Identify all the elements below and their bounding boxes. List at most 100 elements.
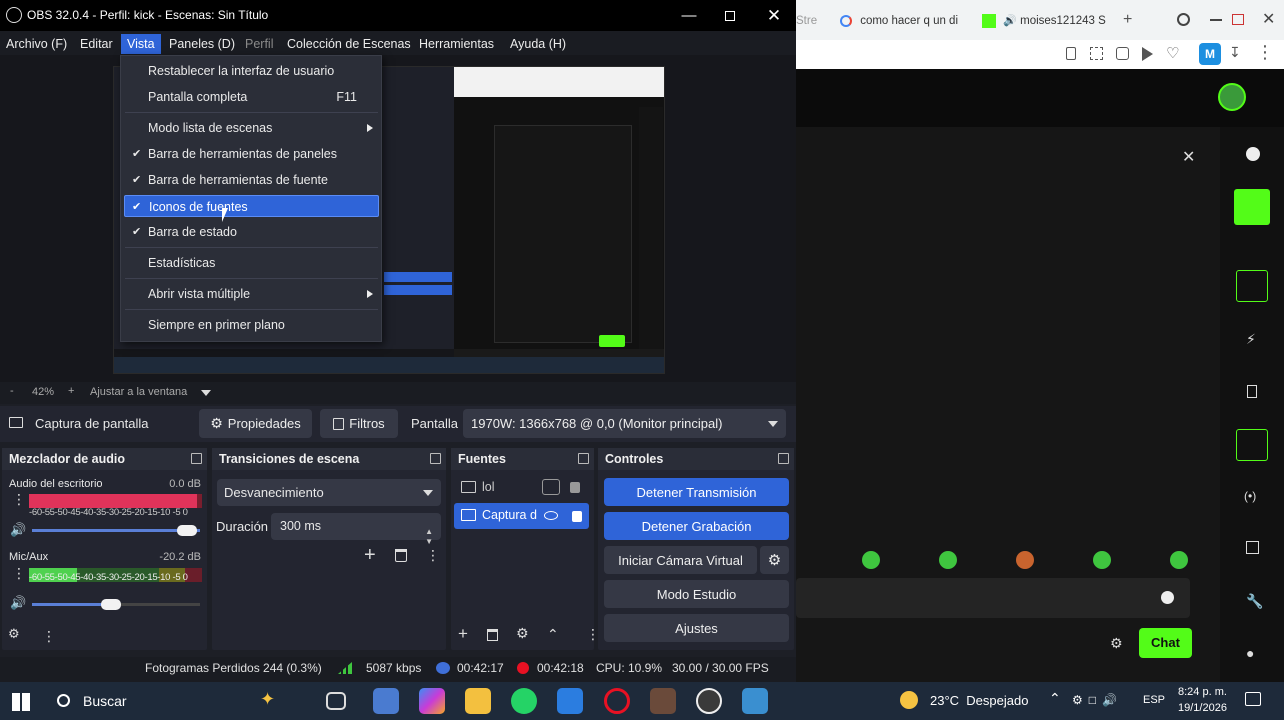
close-chat-icon[interactable]: ✕ bbox=[1182, 147, 1195, 167]
extension-icon[interactable] bbox=[1116, 47, 1129, 60]
kick-avatar[interactable] bbox=[1218, 83, 1246, 111]
properties-button[interactable]: ⚙ Propiedades bbox=[199, 409, 312, 438]
menu-item-multiview[interactable]: Abrir vista múltiple bbox=[124, 283, 379, 305]
menu-herramientas[interactable]: Herramientas bbox=[413, 34, 500, 54]
volume-slider[interactable] bbox=[32, 525, 200, 536]
browser-tab-active[interactable]: 🔊 moises121243 S bbox=[982, 6, 1122, 36]
mixer-menu-icon[interactable]: ⋮ bbox=[12, 566, 26, 580]
menu-ayuda[interactable]: Ayuda (H) bbox=[504, 34, 572, 54]
app-icon[interactable] bbox=[373, 688, 399, 714]
stop-streaming-button[interactable]: Detener Transmisión bbox=[604, 478, 789, 506]
volume-slider[interactable] bbox=[32, 599, 200, 610]
obs-taskbar-icon[interactable] bbox=[696, 688, 722, 714]
mixer-settings-icon[interactable]: ⚙ bbox=[8, 626, 20, 642]
speaker-icon[interactable]: 🔊 bbox=[10, 522, 26, 538]
volume-slider-handle[interactable] bbox=[101, 599, 122, 610]
settings-button[interactable]: Ajustes bbox=[604, 614, 789, 642]
hidden-eye-icon[interactable] bbox=[542, 479, 560, 495]
download-icon[interactable]: ↧ bbox=[1229, 44, 1241, 61]
favorite-icon[interactable]: ♡ bbox=[1166, 44, 1179, 62]
undock-icon[interactable] bbox=[430, 453, 441, 464]
app-icon[interactable] bbox=[742, 688, 768, 714]
start-virtual-camera-button[interactable]: Iniciar Cámara Virtual bbox=[604, 546, 757, 574]
source-settings-icon[interactable]: ⚙ bbox=[516, 625, 529, 642]
menu-item-status-bar[interactable]: ✔ Barra de estado bbox=[124, 221, 379, 243]
pin-icon[interactable] bbox=[1066, 47, 1076, 60]
chat-input[interactable] bbox=[796, 578, 1190, 618]
trash-icon[interactable] bbox=[395, 549, 407, 562]
menu-item-scene-list-mode[interactable]: Modo lista de escenas bbox=[124, 117, 379, 139]
stop-recording-button[interactable]: Detener Grabación bbox=[604, 512, 789, 540]
undock-icon[interactable] bbox=[191, 453, 202, 464]
filters-button[interactable]: Filtros bbox=[320, 409, 398, 438]
virtual-camera-settings-button[interactable]: ⚙ bbox=[760, 546, 789, 574]
transition-select[interactable]: Desvanecimiento bbox=[217, 479, 441, 506]
menu-item-reset-ui[interactable]: Restablecer la interfaz de usuario bbox=[124, 60, 379, 82]
wrench-icon[interactable]: 🔧 bbox=[1246, 593, 1263, 610]
green-check-icon[interactable] bbox=[1234, 189, 1270, 225]
duration-input[interactable]: 300 ms ▲ ▼ bbox=[271, 513, 441, 546]
chat-settings-icon[interactable]: ⚙ bbox=[1110, 635, 1123, 652]
close-button[interactable]: ✕ bbox=[752, 0, 796, 31]
display-select[interactable]: 1970W: 1366x768 @ 0,0 (Monitor principal… bbox=[463, 409, 786, 438]
restore-icon[interactable] bbox=[1232, 14, 1244, 25]
emote-icon[interactable] bbox=[1170, 551, 1188, 569]
menu-paneles[interactable]: Paneles (D) bbox=[163, 34, 241, 54]
lock-icon[interactable] bbox=[572, 511, 582, 522]
browser-tab[interactable]: Stre bbox=[796, 6, 822, 36]
maximize-button[interactable] bbox=[708, 0, 752, 31]
clock-time[interactable]: 8:24 p. m. bbox=[1178, 686, 1227, 698]
emote-icon[interactable] bbox=[939, 551, 957, 569]
move-up-icon[interactable]: ⌃ bbox=[547, 626, 559, 643]
notes-icon[interactable] bbox=[1247, 385, 1257, 398]
menu-item-fullscreen[interactable]: Pantalla completa F11 bbox=[124, 86, 379, 108]
search-icon[interactable] bbox=[1177, 13, 1190, 26]
game-icon[interactable] bbox=[650, 688, 676, 714]
copilot-icon[interactable] bbox=[419, 688, 445, 714]
trash-icon[interactable] bbox=[487, 629, 498, 641]
emote-icon[interactable] bbox=[1016, 551, 1034, 569]
minimize-button[interactable]: — bbox=[667, 0, 711, 31]
menu-item-stats[interactable]: Estadísticas bbox=[124, 252, 379, 274]
bolt-icon[interactable]: ⚡ bbox=[1246, 331, 1256, 348]
menu-editar[interactable]: Editar bbox=[74, 34, 119, 54]
more-menu-icon[interactable]: ⋮ bbox=[1256, 42, 1274, 63]
tray-chevron-icon[interactable]: ⌃ bbox=[1049, 690, 1061, 707]
task-view-icon[interactable] bbox=[326, 692, 346, 710]
broadcast-icon[interactable]: (•) bbox=[1244, 489, 1256, 503]
zoom-in-button[interactable]: + bbox=[68, 385, 74, 397]
studio-mode-button[interactable]: Modo Estudio bbox=[604, 580, 789, 608]
chat-send-button[interactable]: Chat bbox=[1139, 628, 1192, 658]
menu-vista[interactable]: Vista bbox=[121, 34, 161, 54]
opera-icon[interactable] bbox=[604, 688, 630, 714]
chat-bubble-icon[interactable] bbox=[1236, 429, 1268, 461]
speaker-icon[interactable]: 🔊 bbox=[10, 595, 26, 611]
clip-icon[interactable] bbox=[1236, 270, 1268, 302]
profile-avatar[interactable]: M bbox=[1199, 43, 1221, 65]
menu-item-dock-toolbars[interactable]: ✔ Barra de herramientas de paneles bbox=[124, 143, 379, 165]
menu-item-always-on-top[interactable]: Siempre en primer plano bbox=[124, 314, 379, 336]
menu-item-source-icons[interactable]: ✔ Iconos de fuentes bbox=[124, 195, 379, 217]
source-item-selected[interactable]: Captura d bbox=[454, 503, 589, 529]
screenshot-icon[interactable] bbox=[1090, 47, 1103, 60]
whatsapp-icon[interactable] bbox=[511, 688, 537, 714]
menu-coleccion-escenas[interactable]: Colección de Escenas bbox=[281, 34, 417, 54]
layout-icon[interactable] bbox=[1246, 541, 1259, 554]
volume-slider-handle[interactable] bbox=[176, 525, 197, 536]
weather-text[interactable]: 23°C Despejado bbox=[930, 693, 1028, 708]
fit-to-window-button[interactable]: Ajustar a la ventana bbox=[90, 386, 187, 398]
store-icon[interactable] bbox=[557, 688, 583, 714]
menu-perfil[interactable]: Perfil bbox=[239, 34, 279, 54]
eye-icon[interactable] bbox=[544, 511, 558, 520]
source-item[interactable]: lol bbox=[454, 476, 589, 500]
minimize-icon[interactable] bbox=[1210, 19, 1222, 21]
lock-icon[interactable] bbox=[570, 482, 580, 493]
taskbar-search[interactable]: Buscar ✦ bbox=[45, 686, 310, 716]
menu-archivo[interactable]: Archivo (F) bbox=[0, 34, 73, 54]
browser-tab[interactable]: como hacer q un di bbox=[840, 6, 965, 36]
new-tab-button[interactable]: + bbox=[1123, 11, 1132, 29]
undock-icon[interactable] bbox=[778, 453, 789, 464]
undock-icon[interactable] bbox=[578, 453, 589, 464]
community-icon[interactable]: ● bbox=[1246, 645, 1254, 661]
menu-item-source-toolbar[interactable]: ✔ Barra de herramientas de fuente bbox=[124, 169, 379, 191]
